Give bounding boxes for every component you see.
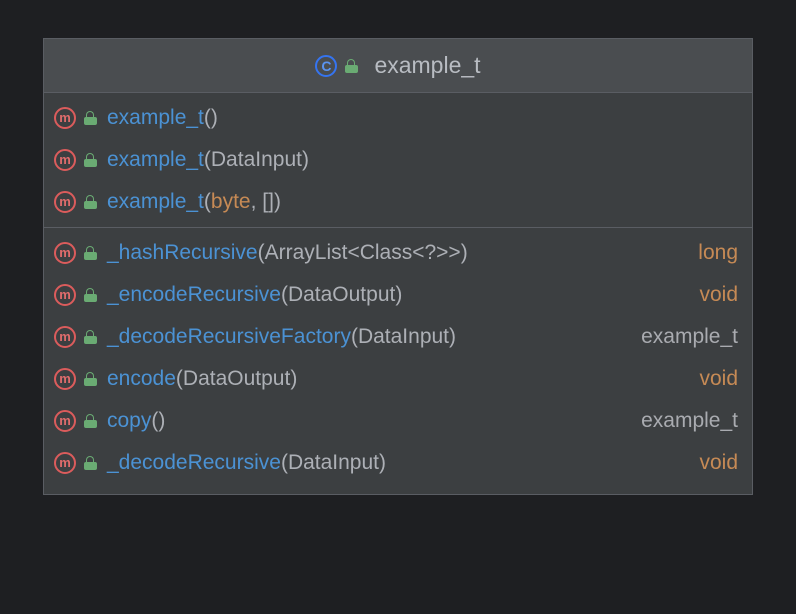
lock-icon [84, 153, 98, 167]
member-row[interactable]: m example_t(DataInput) [44, 139, 752, 181]
member-row[interactable]: m _decodeRecursive(DataInput) void [44, 442, 752, 484]
signature-text: example_t(byte, []) [107, 190, 281, 214]
return-type: example_t [641, 325, 738, 349]
method-icon: m [54, 368, 76, 390]
member-row[interactable]: m _decodeRecursiveFactory(DataInput) examp… [44, 316, 752, 358]
member-signature: m _encodeRecursive(DataOutput) [54, 283, 691, 307]
member-signature: m _decodeRecursiveFactory(DataInput) [54, 325, 633, 349]
member-row[interactable]: m encode(DataOutput) void [44, 358, 752, 400]
return-type: void [699, 367, 738, 391]
signature-text: _decodeRecursive(DataInput) [107, 451, 386, 475]
class-title: example_t [374, 52, 480, 79]
member-signature: m _decodeRecursive(DataInput) [54, 451, 691, 475]
lock-icon [345, 59, 359, 73]
signature-text: copy() [107, 409, 165, 433]
constructors-section: mexample_t()mexample_t(DataInput)mexampl… [44, 93, 752, 228]
method-icon: m [54, 410, 76, 432]
lock-icon [84, 246, 98, 260]
signature-text: example_t() [107, 106, 218, 130]
methods-section: m _hashRecursive(ArrayList<Class<?>>) long… [44, 228, 752, 494]
class-icon: C [315, 55, 337, 77]
member-signature: m _hashRecursive(ArrayList<Class<?>>) [54, 241, 690, 265]
method-icon: m [54, 284, 76, 306]
method-icon: m [54, 149, 76, 171]
member-signature: m encode(DataOutput) [54, 367, 691, 391]
member-row[interactable]: m _hashRecursive(ArrayList<Class<?>>) long [44, 232, 752, 274]
member-row[interactable]: m _encodeRecursive(DataOutput) void [44, 274, 752, 316]
signature-text: _decodeRecursiveFactory(DataInput) [107, 325, 456, 349]
member-row[interactable]: m example_t() [44, 97, 752, 139]
lock-icon [84, 330, 98, 344]
class-structure-panel: C example_t mexample_t()mexample_t(DataI… [43, 38, 753, 495]
lock-icon [84, 456, 98, 470]
return-type: void [699, 283, 738, 307]
lock-icon [84, 372, 98, 386]
member-signature: m copy() [54, 409, 633, 433]
member-row[interactable]: m example_t(byte, []) [44, 181, 752, 223]
method-icon: m [54, 107, 76, 129]
lock-icon [84, 111, 98, 125]
method-icon: m [54, 191, 76, 213]
member-signature: m example_t(DataInput) [54, 148, 738, 172]
method-icon: m [54, 452, 76, 474]
method-icon: m [54, 242, 76, 264]
panel-header: C example_t [44, 39, 752, 93]
member-signature: m example_t() [54, 106, 738, 130]
signature-text: _encodeRecursive(DataOutput) [107, 283, 402, 307]
signature-text: encode(DataOutput) [107, 367, 297, 391]
lock-icon [84, 414, 98, 428]
return-type: long [698, 241, 738, 265]
lock-icon [84, 288, 98, 302]
lock-icon [84, 195, 98, 209]
signature-text: _hashRecursive(ArrayList<Class<?>>) [107, 241, 468, 265]
member-row[interactable]: m copy() example_t [44, 400, 752, 442]
return-type: example_t [641, 409, 738, 433]
signature-text: example_t(DataInput) [107, 148, 309, 172]
method-icon: m [54, 326, 76, 348]
member-signature: m example_t(byte, []) [54, 190, 738, 214]
return-type: void [699, 451, 738, 475]
